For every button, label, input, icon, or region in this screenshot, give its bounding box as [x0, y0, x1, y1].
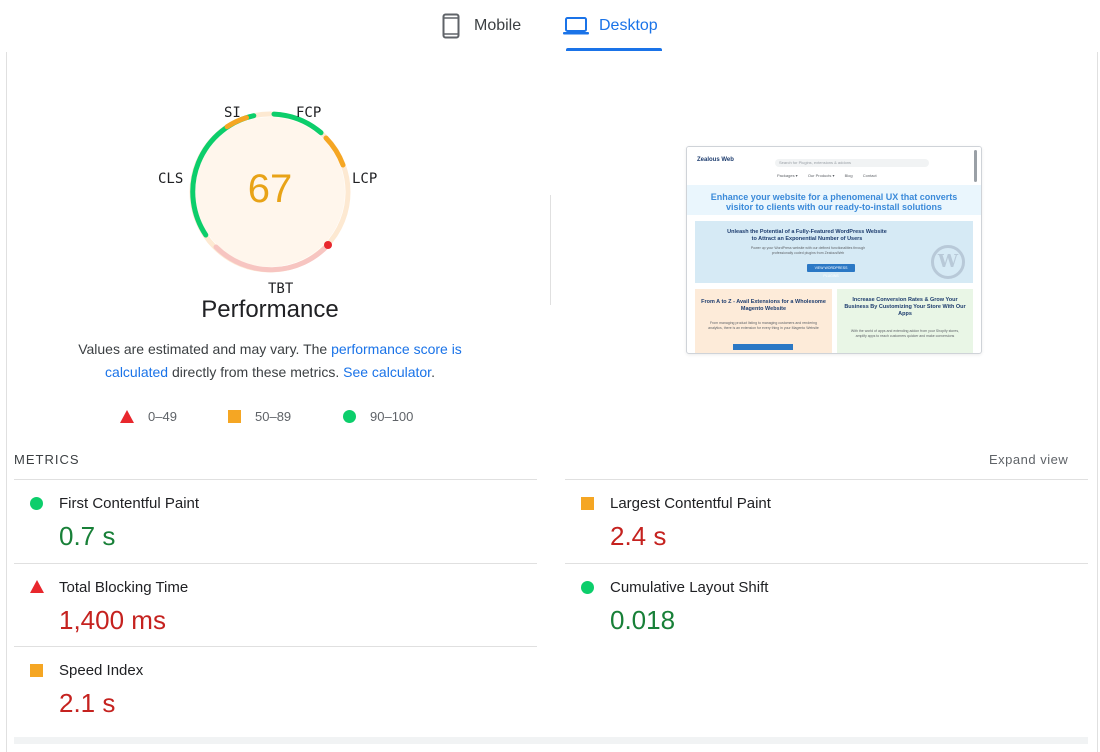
thumb-band-title: Unleash the Potential of a Fully-Feature… — [727, 229, 887, 242]
metric-name: First Contentful Paint — [59, 495, 200, 512]
gauge-label-tbt: TBT — [268, 281, 294, 297]
divider — [565, 479, 1088, 480]
gauge-label-lcp: LCP — [352, 171, 378, 187]
performance-title: Performance — [201, 296, 339, 323]
thumb-card1-sub: From managing product listing to managin… — [708, 321, 819, 330]
divider — [14, 646, 537, 647]
laptop-icon — [563, 17, 589, 35]
legend-poor-label: 0–49 — [148, 408, 177, 424]
square-icon — [228, 409, 241, 423]
triangle-icon — [30, 580, 44, 593]
tab-desktop[interactable]: Desktop — [563, 0, 658, 52]
legend-good-label: 90–100 — [370, 408, 414, 424]
metric-value: 1,400 ms — [59, 605, 166, 635]
bottom-section-edge — [14, 737, 1088, 744]
triangle-icon — [120, 409, 134, 423]
thumb-nav: Packages ▾ Our Products ▾ Blog Contact — [777, 173, 886, 178]
desc-text-1: Values are estimated and may vary. The — [78, 341, 332, 357]
metric-value: 2.1 s — [59, 688, 116, 718]
circle-icon — [581, 581, 594, 594]
thumb-nav-item: Blog — [844, 173, 853, 178]
legend-good: 90–100 — [343, 406, 413, 426]
divider — [565, 563, 1088, 564]
circle-icon — [343, 409, 356, 423]
tab-mobile-label: Mobile — [474, 17, 522, 34]
desc-text-3: . — [431, 364, 435, 380]
thumb-card-button — [733, 344, 793, 350]
gauge-label-cls: CLS — [158, 171, 184, 187]
thumb-nav-item: Contact — [862, 173, 877, 178]
metric-fcp: First Contentful Paint 0.7 s — [14, 481, 514, 561]
thumb-card2-sub: With the world of apps and extending add… — [850, 329, 960, 338]
wordpress-logo-icon: W — [931, 245, 965, 279]
circle-icon — [30, 497, 43, 510]
thumb-nav-item: Packages ▾ — [777, 173, 798, 178]
thumb-scrollbar — [974, 150, 977, 182]
final-screenshot[interactable]: Zealous Web Search for Plugins, extensio… — [686, 146, 982, 354]
metric-lcp: Largest Contentful Paint 2.4 s — [565, 481, 1065, 561]
performance-description: Values are estimated and may vary. The p… — [60, 338, 480, 384]
tab-desktop-label: Desktop — [599, 17, 658, 34]
performance-gauge: 67 SI FCP LCP CLS TBT — [150, 95, 390, 305]
metric-si: Speed Index 2.1 s — [14, 648, 514, 728]
metric-name: Speed Index — [59, 662, 144, 679]
square-icon — [581, 497, 594, 510]
metric-name: Largest Contentful Paint — [610, 495, 771, 512]
metric-tbt: Total Blocking Time 1,400 ms — [14, 565, 514, 645]
gauge-label-si: SI — [224, 105, 241, 121]
legend-average-label: 50–89 — [255, 408, 292, 424]
metrics-header: METRICS — [14, 452, 80, 467]
thumb-search: Search for Plugins, extensions & addons — [775, 159, 929, 167]
metric-value: 0.7 s — [59, 521, 116, 551]
thumb-band-button: VIEW WORDPRESS PLUGINS — [807, 264, 855, 278]
gauge-label-fcp: FCP — [296, 105, 322, 121]
phone-icon — [442, 13, 460, 39]
thumb-card1-title: From A to Z - Avail Extensions for a Who… — [701, 299, 826, 312]
device-tabs: Mobile Desktop — [0, 0, 1100, 52]
thumb-card2-title: Increase Conversion Rates & Grow Your Bu… — [844, 297, 966, 317]
vertical-divider — [550, 195, 551, 305]
metric-name: Total Blocking Time — [59, 579, 189, 596]
see-calculator-link[interactable]: See calculator — [343, 364, 431, 380]
thumb-logo: Zealous Web — [697, 157, 734, 163]
desc-text-2: directly from these metrics. — [168, 364, 344, 380]
legend-average: 50–89 — [228, 406, 291, 426]
expand-view-button[interactable]: Expand view — [989, 452, 1068, 467]
metric-name: Cumulative Layout Shift — [610, 579, 769, 596]
thumb-nav-item: Our Products ▾ — [807, 173, 835, 178]
tab-mobile[interactable]: Mobile — [442, 0, 521, 52]
thumb-hero-text: Enhance your website for a phenomenal UX… — [710, 192, 958, 212]
metric-value: 0.018 — [610, 605, 676, 635]
divider — [14, 479, 537, 480]
legend-poor: 0–49 — [120, 406, 177, 426]
metric-cls: Cumulative Layout Shift 0.018 — [565, 565, 1065, 645]
thumb-band-sub: Power up your WordPress website with our… — [750, 246, 866, 255]
square-icon — [30, 664, 43, 677]
divider — [14, 563, 537, 564]
active-tab-indicator — [566, 48, 662, 51]
metric-value: 2.4 s — [610, 521, 667, 551]
